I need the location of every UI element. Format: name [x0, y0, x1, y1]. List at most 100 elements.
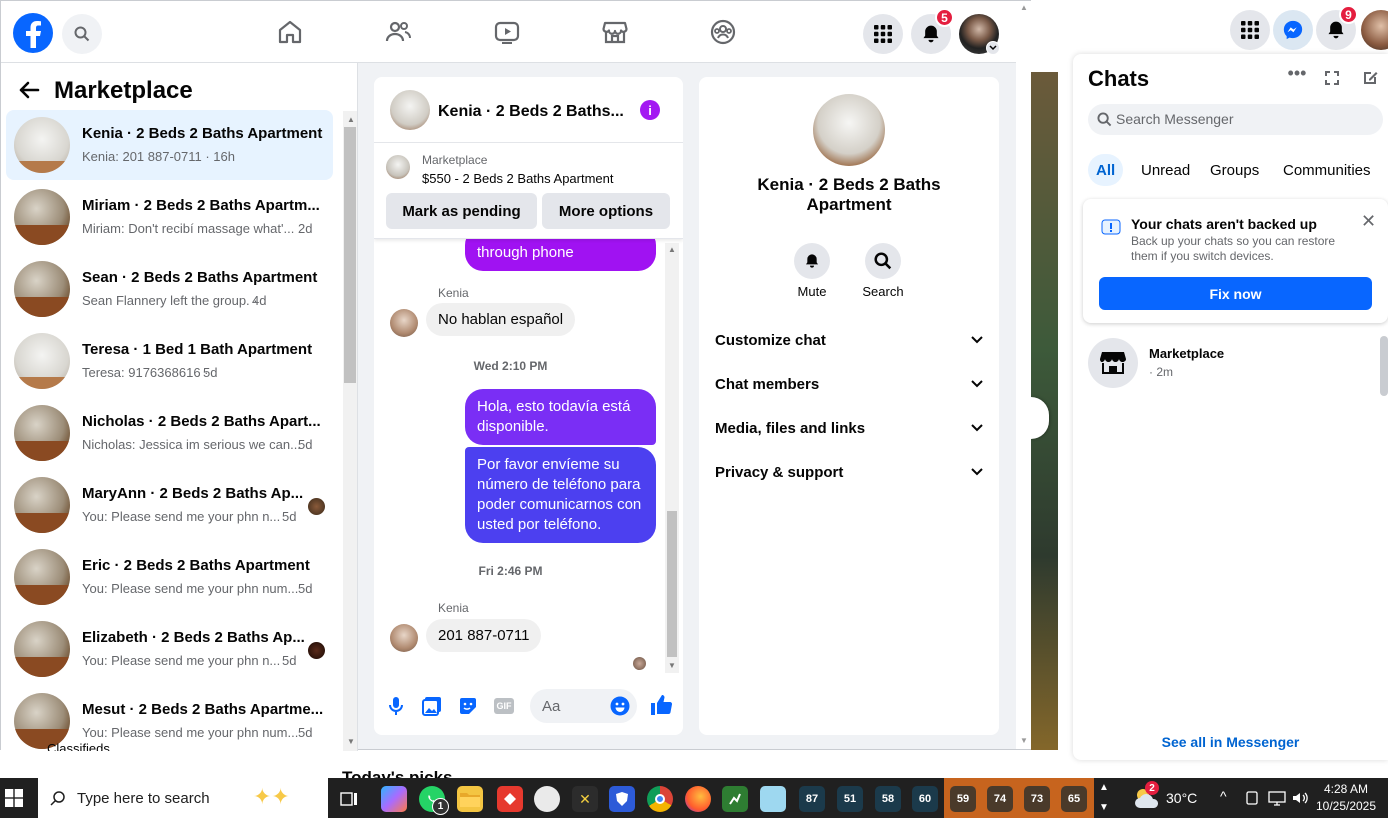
task-view-icon[interactable] — [336, 786, 362, 812]
classifieds-link-partial: Classifieds — [47, 743, 110, 751]
search-in-chat-button[interactable] — [865, 243, 901, 279]
device-icon[interactable] — [1244, 790, 1260, 806]
listing-thumbnail — [14, 261, 70, 317]
expand-icon[interactable] — [1324, 70, 1340, 86]
section-label: Media, files and links — [715, 419, 866, 437]
home-icon[interactable] — [276, 18, 304, 46]
more-options-icon[interactable]: ••• — [1287, 64, 1307, 88]
mark-as-pending-button[interactable]: Mark as pending — [386, 193, 537, 229]
taskbar-search-input[interactable]: Type here to search ✦✦ — [38, 778, 328, 818]
show-hidden-icons-icon[interactable]: ^ — [1220, 788, 1227, 804]
taskbar-app-58[interactable]: 58 — [875, 786, 901, 812]
notepad-icon[interactable] — [760, 786, 786, 812]
thumbs-up-icon[interactable] — [650, 694, 672, 716]
media-files-links-section[interactable]: Media, files and links — [715, 417, 983, 439]
paint-app-icon[interactable] — [534, 786, 560, 812]
list-scrollbar-thumb[interactable] — [344, 127, 356, 383]
tab-communities[interactable]: Communities — [1275, 154, 1379, 186]
list-item[interactable]: Sean · 2 Beds 2 Baths Apartment Sean Fla… — [6, 254, 333, 324]
privacy-support-section[interactable]: Privacy & support — [715, 461, 983, 483]
list-item-preview: Teresa: 9176368616 · — [82, 365, 209, 380]
list-item[interactable]: Miriam · 2 Beds 2 Baths Apartm... Miriam… — [6, 182, 333, 252]
marketplace-conversations: Marketplace Kenia · 2 Beds 2 Baths Apart… — [1, 63, 358, 751]
close-icon[interactable]: ✕ — [1361, 211, 1376, 232]
new-message-icon[interactable] — [1361, 69, 1379, 87]
facebook-logo-icon[interactable] — [13, 13, 53, 53]
tab-all[interactable]: All — [1088, 154, 1124, 186]
cross-app-icon[interactable]: ✕ — [572, 786, 598, 812]
microphone-icon[interactable] — [388, 696, 404, 716]
groups-icon[interactable] — [709, 18, 737, 46]
back-arrow-icon[interactable] — [18, 81, 40, 99]
chevron-up-icon[interactable]: ▲ — [1099, 782, 1109, 793]
bell-icon — [806, 254, 818, 268]
taskbar-app-60[interactable]: 60 — [912, 786, 938, 812]
chevron-down-icon — [971, 380, 983, 388]
list-scrollbar-track[interactable]: ▲ ▼ — [343, 111, 357, 751]
listing-thumbnail — [386, 155, 410, 179]
tab-groups[interactable]: Groups — [1202, 154, 1267, 186]
file-explorer-icon[interactable] — [457, 786, 483, 812]
messenger-button[interactable] — [1273, 10, 1313, 50]
marketplace-avatar — [1088, 338, 1138, 388]
see-all-messenger-link[interactable]: See all in Messenger — [1073, 734, 1388, 750]
list-item[interactable]: MaryAnn · 2 Beds 2 Baths Ap... You: Plea… — [6, 470, 333, 540]
list-item[interactable]: Elizabeth · 2 Beds 2 Baths Ap... You: Pl… — [6, 614, 333, 684]
copilot-icon[interactable] — [381, 786, 407, 812]
chat-scrollbar-track[interactable]: ▲ ▼ — [665, 243, 679, 673]
taskbar-app-59[interactable]: 59 — [950, 786, 976, 812]
customize-chat-section[interactable]: Customize chat — [715, 329, 983, 351]
window-scrollbar[interactable]: ▲ ▼ — [1016, 1, 1031, 749]
anydesk-icon[interactable] — [497, 786, 523, 812]
chat-header: Kenia · 2 Beds 2 Baths... i — [374, 77, 683, 143]
photo-icon[interactable] — [422, 696, 442, 716]
list-item-time: 5d — [282, 509, 297, 524]
taskbar-app-73[interactable]: 73 — [1024, 786, 1050, 812]
more-options-button[interactable]: More options — [542, 193, 670, 229]
friends-icon[interactable] — [384, 18, 412, 46]
menu-grid-button[interactable] — [1230, 10, 1270, 50]
marketplace-icon[interactable] — [601, 18, 629, 46]
list-item[interactable]: Teresa · 1 Bed 1 Bath Apartment Teresa: … — [6, 326, 333, 396]
list-item[interactable]: Nicholas · 2 Beds 2 Baths Apart... Nicho… — [6, 398, 333, 468]
list-item[interactable]: Mesut · 2 Beds 2 Baths Apartme... You: P… — [6, 686, 333, 751]
mute-button[interactable] — [794, 243, 830, 279]
message-outgoing: Hola, esto todavía está disponible. — [465, 389, 656, 445]
list-item-time: 4d — [252, 293, 267, 308]
taskbar-app-74[interactable]: 74 — [987, 786, 1013, 812]
thread-marketplace[interactable]: Marketplace · 2m — [1081, 334, 1371, 390]
sticker-icon[interactable] — [458, 696, 478, 716]
chat-scrollbar-thumb[interactable] — [667, 511, 677, 657]
spreadsheet-app-icon[interactable] — [722, 786, 748, 812]
list-item[interactable]: Eric · 2 Beds 2 Baths Apartment You: Ple… — [6, 542, 333, 612]
windows-start-icon[interactable] — [5, 789, 23, 807]
brave-shield-icon[interactable] — [609, 786, 635, 812]
taskbar-app-51[interactable]: 51 — [837, 786, 863, 812]
volume-icon[interactable] — [1291, 790, 1309, 806]
taskbar-app-87[interactable]: 87 — [799, 786, 825, 812]
message-input[interactable]: Aa — [530, 689, 637, 723]
chevron-down-icon[interactable]: ▼ — [1099, 802, 1109, 813]
chat-members-section[interactable]: Chat members — [715, 373, 983, 395]
emoji-icon[interactable] — [610, 696, 630, 716]
list-item[interactable]: Kenia · 2 Beds 2 Baths Apartment Kenia: … — [6, 110, 333, 180]
chrome-icon[interactable] — [647, 786, 673, 812]
gif-icon[interactable]: GIF — [494, 698, 514, 714]
firefox-icon[interactable] — [685, 786, 711, 812]
taskbar-app-65[interactable]: 65 — [1061, 786, 1087, 812]
info-icon[interactable]: i — [640, 100, 660, 120]
chats-scrollbar[interactable] — [1380, 336, 1388, 396]
listing-thumbnail — [14, 693, 70, 749]
video-icon[interactable] — [493, 18, 521, 46]
section-label: Privacy & support — [715, 463, 844, 481]
network-icon[interactable] — [1268, 790, 1286, 806]
messenger-search-input[interactable]: Search Messenger — [1088, 104, 1383, 135]
message-outgoing: Por favor envíeme su número de teléfono … — [465, 447, 656, 543]
thread-name: Marketplace — [1149, 346, 1225, 361]
list-item-preview: Miriam: Don't recibí massage what'... — [82, 221, 295, 236]
fix-now-button[interactable]: Fix now — [1099, 277, 1372, 310]
search-button[interactable] — [62, 14, 102, 54]
tab-unread[interactable]: Unread — [1133, 154, 1198, 186]
list-item-title: Eric · 2 Beds 2 Baths Apartment — [82, 557, 310, 574]
menu-button[interactable] — [863, 14, 903, 54]
